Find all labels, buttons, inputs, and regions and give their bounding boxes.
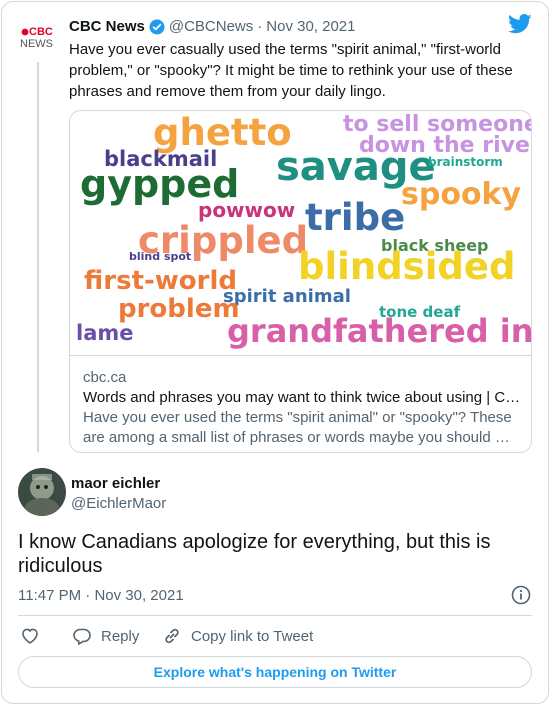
copy-link-button[interactable]: Copy link to Tweet: [162, 626, 313, 646]
reply-author-name[interactable]: maor eichler: [71, 475, 160, 492]
word-cloud-word: problem: [118, 294, 240, 324]
reply-tweet-text: I know Canadians apologize for everythin…: [18, 531, 491, 577]
twitter-bird-icon[interactable]: [508, 14, 532, 34]
info-icon[interactable]: [511, 585, 531, 605]
avatar[interactable]: [18, 468, 66, 516]
meta-separator: ·: [257, 18, 263, 35]
verified-badge-icon: [149, 19, 165, 34]
tweet-timestamp[interactable]: 11:47 PM · Nov 30, 2021: [18, 587, 184, 604]
word-cloud-word: first-world: [84, 266, 238, 296]
like-button[interactable]: [20, 626, 40, 646]
explore-twitter-button[interactable]: Explore what's happening on Twitter: [18, 656, 532, 688]
word-cloud-word: brainstorm: [428, 155, 503, 169]
word-cloud-word: spirit animal: [223, 286, 351, 307]
tweet-time[interactable]: 11:47 PM: [18, 587, 81, 604]
word-cloud-word: blind spot: [129, 250, 192, 263]
reply-label: Reply: [101, 627, 140, 645]
quoted-tweet-date[interactable]: Nov 30, 2021: [266, 18, 355, 35]
link-preview-card[interactable]: ghetto to sell someone down the river bl…: [69, 110, 532, 453]
reply-author-handle[interactable]: @EichlerMaor: [71, 495, 166, 512]
copy-link-label: Copy link to Tweet: [191, 627, 314, 645]
link-card-description: Have you ever used the terms "spirit ani…: [83, 409, 512, 446]
link-card-title[interactable]: Words and phrases you may want to think …: [83, 389, 523, 406]
word-cloud-word: grandfathered in: [227, 312, 532, 350]
divider: [18, 615, 532, 616]
word-cloud-word: powwow: [198, 198, 296, 222]
word-cloud-word: spooky: [401, 177, 522, 212]
word-cloud-word: lame: [76, 321, 134, 345]
reply-icon: [73, 628, 91, 645]
quoted-author-name[interactable]: CBC News: [69, 18, 145, 35]
word-cloud-word: tribe: [305, 196, 406, 239]
copy-link-icon: [165, 628, 179, 644]
link-card-domain: cbc.ca: [83, 369, 127, 386]
thread-line: [37, 62, 39, 452]
word-cloud-image: ghetto to sell someone down the river bl…: [70, 111, 531, 356]
meta-separator: ·: [85, 587, 91, 604]
svg-text:NEWS: NEWS: [20, 38, 53, 50]
quoted-tweet-header: CBC News @CBCNews · Nov 30, 2021: [69, 18, 356, 35]
svg-text:CBC: CBC: [29, 26, 53, 38]
heart-icon: [22, 628, 38, 644]
word-cloud-word: ghetto: [153, 111, 292, 154]
reply-button[interactable]: Reply: [72, 626, 139, 646]
quoted-tweet-text: Have you ever casually used the terms "s…: [69, 41, 513, 100]
word-cloud-word: blindsided: [298, 245, 516, 288]
tweet-date[interactable]: Nov 30, 2021: [94, 587, 183, 604]
quoted-author-handle[interactable]: @CBCNews: [169, 18, 253, 35]
cbc-news-logo[interactable]: CBC NEWS: [20, 24, 62, 50]
